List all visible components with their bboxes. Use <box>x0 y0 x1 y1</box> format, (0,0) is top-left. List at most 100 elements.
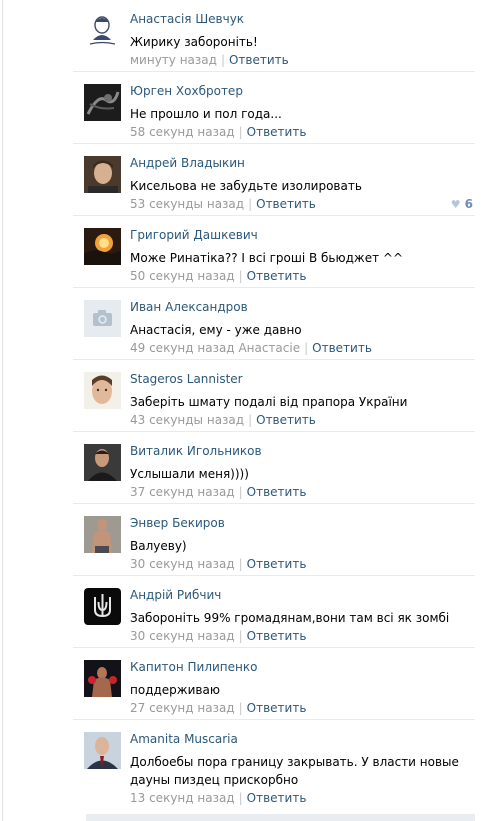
comment-text: Анастасія, ему - уже давно <box>130 323 302 337</box>
avatar[interactable] <box>84 228 121 265</box>
shirtless-photo-icon <box>84 516 121 553</box>
comment-author[interactable]: Иван Александров <box>130 300 248 315</box>
reply-link[interactable]: Ответить <box>247 485 307 499</box>
man-photo-icon <box>84 156 121 193</box>
reply-link[interactable]: Ответить <box>247 791 307 805</box>
reply-link[interactable]: Ответить <box>256 413 316 427</box>
avatar[interactable] <box>84 516 121 553</box>
comment-item: Энвер Бекиров Валуеву) 30 секунд назад | О… <box>73 504 475 576</box>
comment-author[interactable]: Amanita Muscaria <box>130 732 238 747</box>
reply-to-name[interactable]: Анастасіе <box>238 341 300 355</box>
reply-link[interactable]: Ответить <box>312 341 372 355</box>
comment-text: поддерживаю <box>130 683 220 697</box>
reply-link[interactable]: Ответить <box>247 557 307 571</box>
comments-list: Анастасія Шевчук Жирику забороніть! мину… <box>73 0 475 811</box>
comment-author[interactable]: Энвер Бекиров <box>130 516 225 531</box>
comment-meta: 37 секунд назад | Ответить <box>130 485 306 500</box>
comment-meta: 58 секунд назад | Ответить <box>130 125 306 140</box>
comment-time[interactable]: 49 секунд назад <box>130 341 235 355</box>
avatar[interactable] <box>84 444 121 481</box>
comment-meta: 13 секунд назад | Ответить <box>130 791 306 806</box>
avatar[interactable] <box>84 12 121 49</box>
comment-meta: 50 секунд назад | Ответить <box>130 269 306 284</box>
comment-meta: 53 секунды назад | Ответить <box>130 197 316 212</box>
reply-link[interactable]: Ответить <box>229 53 289 67</box>
comment-time[interactable]: 30 секунд назад <box>130 557 235 571</box>
comment-item: Андрій Рибчич Забороніть 99% громадянам,… <box>73 576 475 648</box>
comment-author[interactable]: Капитон Пилипенко <box>130 660 257 675</box>
heart-icon: ♥ <box>450 198 461 211</box>
comment-item: Amanita Muscaria Долбоебы пора границу з… <box>73 720 475 811</box>
comment-meta: 30 секунд назад | Ответить <box>130 629 306 644</box>
comment-item: Юрген Хохбротер Не прошло и пол года... … <box>73 72 475 144</box>
boxer-photo-icon <box>84 660 121 697</box>
comment-time[interactable]: 37 секунд назад <box>130 485 235 499</box>
meta-separator: | <box>238 629 243 643</box>
avatar[interactable] <box>84 156 121 193</box>
comment-time[interactable]: 13 секунд назад <box>130 791 235 805</box>
portrait-sketch-icon <box>84 12 121 49</box>
avatar[interactable] <box>84 372 121 409</box>
comment-author[interactable]: Виталик Игольников <box>130 444 262 459</box>
comment-form-edge <box>86 814 475 821</box>
avatar[interactable] <box>84 660 121 697</box>
comment-meta: 49 секунд назад Анастасіе | Ответить <box>130 341 372 356</box>
comment-meta: минуту назад | Ответить <box>130 53 289 68</box>
comment-text: Долбоебы пора границу закрывать. У власт… <box>130 755 459 787</box>
comment-item: Капитон Пилипенко поддерживаю 27 секунд … <box>73 648 475 720</box>
comment-item: Анастасія Шевчук Жирику забороніть! мину… <box>73 0 475 72</box>
reply-link[interactable]: Ответить <box>247 629 307 643</box>
reply-link[interactable]: Ответить <box>256 197 316 211</box>
comment-meta: 30 секунд назад | Ответить <box>130 557 306 572</box>
comment-text: Не прошло и пол года... <box>130 107 282 121</box>
dark-photo-icon <box>84 84 121 121</box>
avatar[interactable] <box>84 300 121 337</box>
comment-text: Валуеву) <box>130 539 187 553</box>
comment-time[interactable]: 27 секунд назад <box>130 701 235 715</box>
reply-link[interactable]: Ответить <box>247 125 307 139</box>
meta-separator: | <box>220 53 225 67</box>
comment-time[interactable]: 30 секунд назад <box>130 629 235 643</box>
trident-emblem-icon <box>84 588 121 625</box>
left-border <box>2 0 3 821</box>
politician-photo-icon <box>84 732 121 769</box>
comment-text: Забороніть 99% громадянам,вони там всі я… <box>130 611 450 625</box>
avatar[interactable] <box>84 732 121 769</box>
face-photo-icon <box>84 372 121 409</box>
meta-separator: | <box>238 791 243 805</box>
comment-author[interactable]: Андрій Рибчич <box>130 588 221 603</box>
meta-separator: | <box>238 701 243 715</box>
man-dark-photo-icon <box>84 444 121 481</box>
camera-placeholder-icon <box>84 300 121 337</box>
avatar[interactable] <box>84 84 121 121</box>
comment-text: Кисельова не забудьте изолировать <box>130 179 362 193</box>
comment-item: Андрей Владыкин Кисельова не забудьте из… <box>73 144 475 216</box>
comment-time[interactable]: минуту назад <box>130 53 217 67</box>
comment-text: Може Ринатіка?? І всі гроші В бьюджет ^^ <box>130 251 404 265</box>
comment-time[interactable]: 53 секунды назад <box>130 197 244 211</box>
comment-time[interactable]: 58 секунд назад <box>130 125 235 139</box>
meta-separator: | <box>248 197 253 211</box>
comment-author[interactable]: Анастасія Шевчук <box>130 12 244 27</box>
comment-time[interactable]: 50 секунд назад <box>130 269 235 283</box>
comment-author[interactable]: Андрей Владыкин <box>130 156 245 171</box>
comment-item: Иван Александров Анастасія, ему - уже да… <box>73 288 475 360</box>
comment-item: Григорий Дашкевич Може Ринатіка?? І всі … <box>73 216 475 288</box>
comment-item: Виталик Игольников Услышали меня)))) 37 … <box>73 432 475 504</box>
reply-link[interactable]: Ответить <box>247 269 307 283</box>
like-count: 6 <box>464 197 473 211</box>
like-button[interactable]: ♥ 6 <box>451 197 473 212</box>
meta-separator: | <box>238 557 243 571</box>
comment-text: Заберіть шмату подалі від прапора Україн… <box>130 395 408 409</box>
avatar[interactable] <box>84 588 121 625</box>
comment-time[interactable]: 43 секунды назад <box>130 413 244 427</box>
meta-separator: | <box>248 413 253 427</box>
comment-author[interactable]: Юрген Хохбротер <box>130 84 243 99</box>
meta-separator: | <box>238 485 243 499</box>
sunset-photo-icon <box>84 228 121 265</box>
reply-link[interactable]: Ответить <box>247 701 307 715</box>
comment-author[interactable]: Григорий Дашкевич <box>130 228 258 243</box>
comment-text: Жирику забороніть! <box>130 35 258 49</box>
comment-author[interactable]: Stageros Lannister <box>130 372 243 387</box>
comment-text: Услышали меня)))) <box>130 467 249 481</box>
